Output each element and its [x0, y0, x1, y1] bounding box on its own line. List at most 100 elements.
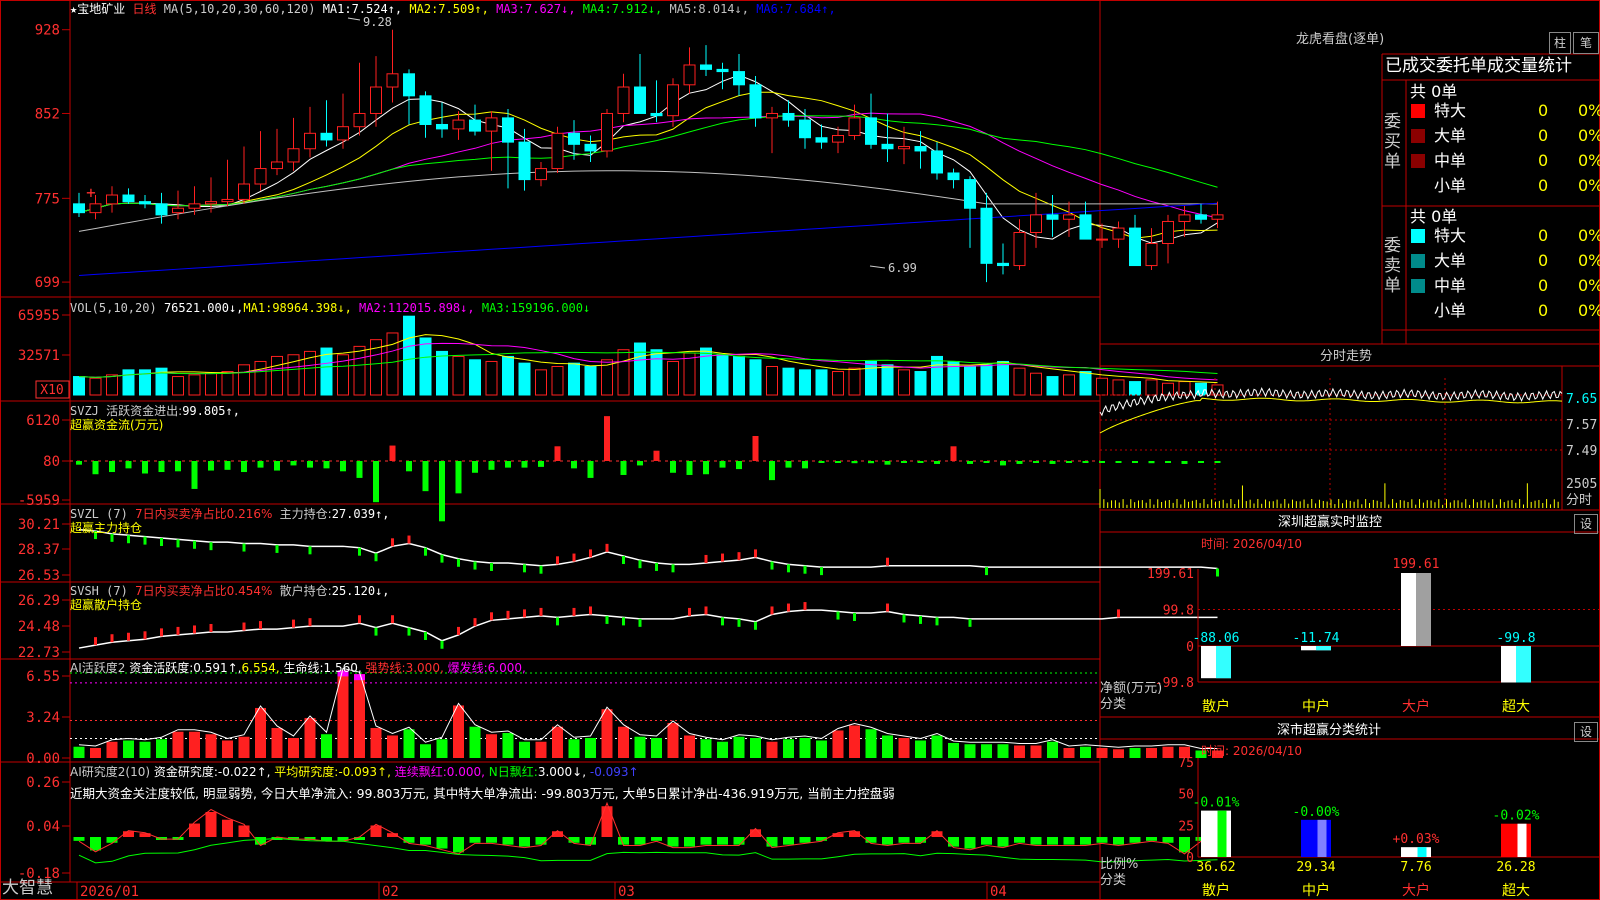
flow-bar	[835, 461, 841, 463]
flow-bar	[373, 461, 379, 503]
ai1-label4: 强势线:	[365, 661, 406, 675]
volume-bar	[700, 347, 712, 396]
period-label[interactable]: 日线	[132, 2, 156, 16]
activity-bar	[1162, 746, 1174, 758]
candle	[139, 201, 151, 205]
volume-bar	[931, 355, 943, 396]
flow-bar	[389, 445, 396, 461]
candle	[1211, 214, 1224, 220]
research-bar	[1129, 837, 1141, 843]
order-row: 大单 0 0%	[1434, 251, 1600, 271]
ma-item: MA1:7.524↑,	[322, 2, 410, 16]
volume-bar	[749, 359, 762, 396]
activity-bar	[271, 727, 283, 758]
research-bar	[519, 837, 530, 847]
activity-bar	[981, 744, 992, 758]
research-bar	[1063, 837, 1075, 845]
classify-value-label: 36.62	[1196, 860, 1235, 875]
candle	[337, 126, 349, 141]
svsh-tick-bar	[1117, 609, 1120, 618]
candle	[106, 194, 118, 205]
monitor-bar-shade	[1316, 646, 1331, 651]
volume-bar	[106, 374, 118, 396]
svzj-label: 活跃资金进出:	[106, 404, 183, 418]
activity-bar	[354, 674, 365, 758]
activity-bar	[502, 732, 514, 758]
candle	[1145, 243, 1158, 267]
svsh-tick-bar	[259, 621, 262, 630]
volume-bar	[799, 369, 811, 396]
svzj-name: SVZJ	[70, 404, 99, 418]
activity-bar	[634, 736, 646, 758]
activity-bar	[205, 734, 217, 758]
brand-logo[interactable]: 大智慧	[2, 878, 53, 898]
candle	[782, 112, 795, 121]
tab-tick[interactable]: 笔	[1573, 32, 1599, 54]
volume-bar	[205, 372, 217, 396]
order-row-pct: 0%	[1578, 276, 1600, 295]
vol-ma-item: MA3:159196.000↓	[481, 301, 591, 315]
candle	[1013, 231, 1026, 267]
svsh-tick-label: 24.48	[18, 619, 60, 635]
activity-bar	[156, 739, 167, 758]
y-tick-label: 775	[35, 191, 60, 207]
order-color-swatch	[1411, 129, 1425, 143]
activity-bar	[568, 739, 580, 758]
svzl-tick-label: 26.53	[18, 568, 60, 584]
classify-settings-button[interactable]: 设	[1574, 722, 1598, 742]
flow-bar	[1099, 461, 1105, 463]
tab-bar[interactable]: 柱	[1549, 32, 1571, 54]
classify-bar-shade	[1317, 819, 1327, 857]
volume-bar	[766, 365, 778, 396]
volume-bar	[271, 355, 283, 396]
activity-bar	[585, 737, 596, 758]
monitor-value-label: -99.8	[1496, 631, 1535, 646]
svzl-tick-bar	[605, 543, 609, 552]
activity-bar	[733, 736, 745, 758]
volume-bar	[1046, 376, 1059, 396]
activity-bar	[1096, 747, 1108, 758]
svsh-tick-bar	[407, 627, 411, 636]
volume-bar	[535, 369, 547, 396]
research-line	[78, 801, 1218, 855]
stock-name[interactable]: 宝地矿业	[77, 2, 125, 16]
candle	[238, 183, 250, 200]
svsh-tick-bar	[143, 631, 147, 640]
activity-bar	[73, 746, 85, 758]
ai1-name: AI活跃度2	[70, 661, 126, 675]
monitor-settings-button[interactable]: 设	[1574, 514, 1598, 534]
ma-item: MA5:8.014↓,	[669, 2, 757, 16]
activity-bar	[601, 709, 613, 758]
flow-bar	[175, 461, 181, 472]
flow-bar	[505, 461, 511, 468]
flow-bar	[109, 461, 115, 473]
activity-bar	[1063, 747, 1075, 758]
research-bar	[73, 837, 85, 841]
svsh-tick-bar	[935, 617, 939, 626]
order-row-label: 大单	[1434, 126, 1467, 145]
svsh-tick-bar	[622, 617, 625, 626]
volume-bar	[452, 355, 465, 396]
svzl-label: 主力持仓:	[279, 507, 332, 521]
svsh-header: SVSH (7) 7日内买卖净占比0.454% 散户持仓:25.120↓,	[70, 584, 390, 598]
flow-bar	[901, 461, 907, 463]
volume-bar	[683, 352, 696, 396]
flow-bar	[571, 461, 577, 469]
candle	[749, 84, 762, 119]
volume-bar	[568, 362, 580, 396]
order-color-swatch	[1411, 254, 1425, 268]
svsh-tick-bar	[704, 606, 708, 615]
order-row-count: 0	[1538, 226, 1549, 245]
candle	[947, 172, 960, 181]
candle	[419, 95, 432, 125]
svzl-tick-bar	[655, 562, 658, 571]
flow-bar	[1016, 461, 1023, 464]
activity-bar	[898, 737, 910, 758]
ai1-value5: 6.000,	[487, 661, 526, 675]
ai2-value5: -0.093↑	[589, 765, 639, 779]
activity-bar	[123, 740, 134, 758]
research-bar	[222, 819, 233, 837]
monitor-value-label: -11.74	[1293, 631, 1340, 646]
svzl-tick-bar	[523, 564, 526, 573]
activity-bar	[370, 727, 382, 758]
